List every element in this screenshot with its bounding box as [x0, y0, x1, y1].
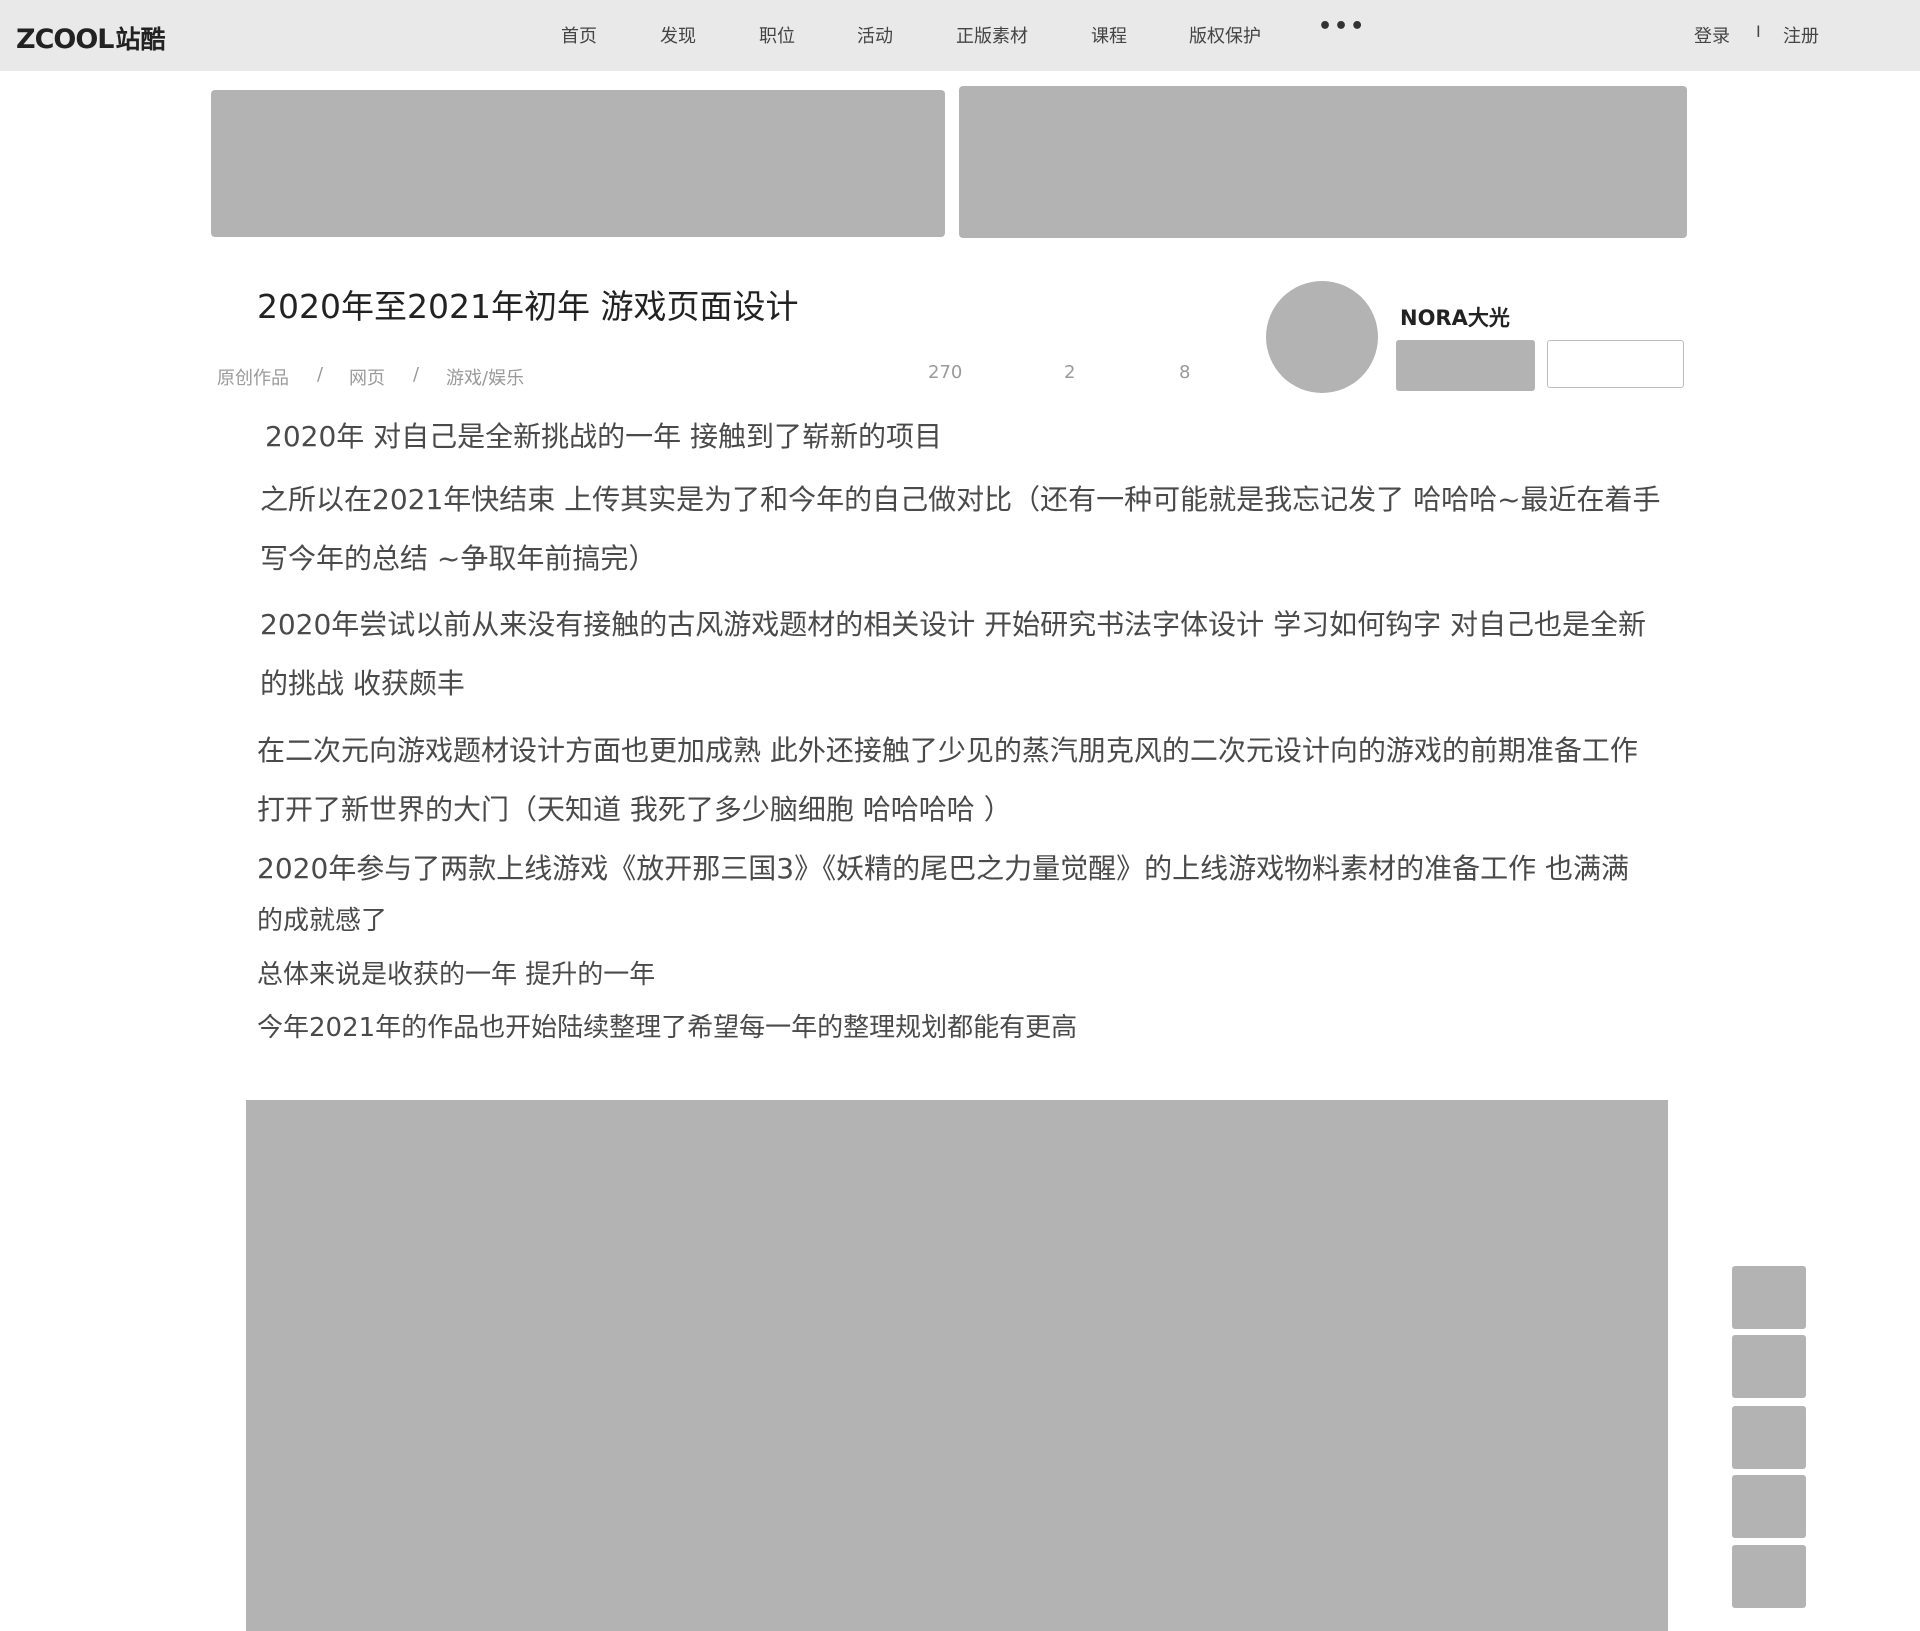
side-action-button[interactable]: [1732, 1545, 1806, 1608]
content-line: 在二次元向游戏题材设计方面也更加成熟 此外还接触了少见的蒸汽朋克风的二次元设计向…: [257, 734, 1638, 767]
author-name[interactable]: NORA大光: [1400, 302, 1510, 332]
content-line: 总体来说是收获的一年 提升的一年: [257, 960, 656, 990]
stat-likes: 8: [1179, 362, 1191, 383]
content-line: 今年2021年的作品也开始陆续整理了希望每一年的整理规划都能有更高: [257, 1013, 1078, 1043]
side-action-button[interactable]: [1732, 1406, 1806, 1469]
breadcrumb-webpage[interactable]: 网页: [349, 364, 385, 390]
content-line: 2020年 对自己是全新挑战的一年 接触到了崭新的项目: [265, 420, 943, 453]
side-action-button[interactable]: [1732, 1475, 1806, 1538]
content-line: 打开了新世界的大门（天知道 我死了多少脑细胞 哈哈哈哈 ）: [257, 793, 1012, 826]
logo-latin-text: ZCOOL: [16, 24, 115, 55]
side-action-button[interactable]: [1732, 1335, 1806, 1398]
zcool-logo[interactable]: ZCOOL 站酷: [16, 20, 166, 55]
work-main-image[interactable]: [246, 1100, 1668, 1631]
nav-item-copyright[interactable]: 版权保护: [1189, 22, 1261, 48]
content-line: 写今年的总结 ~争取年前搞完）: [260, 542, 657, 575]
breadcrumb-game-entertainment[interactable]: 游戏/娱乐: [446, 364, 524, 390]
message-button[interactable]: [1547, 340, 1684, 388]
banner-image-left[interactable]: [211, 90, 945, 237]
content-line: 之所以在2021年快结束 上传其实是为了和今年的自己做对比（还有一种可能就是我忘…: [260, 483, 1661, 516]
stat-views: 270: [928, 362, 963, 383]
register-link[interactable]: 注册: [1783, 22, 1819, 48]
breadcrumb-original-works[interactable]: 原创作品: [217, 364, 289, 390]
side-action-button[interactable]: [1732, 1266, 1806, 1329]
breadcrumb-separator: /: [413, 364, 420, 385]
page: ZCOOL 站酷 首页 发现 职位 活动 正版素材 课程 版权保护 ••• 登录…: [0, 0, 1920, 1631]
work-title: 2020年至2021年初年 游戏页面设计: [257, 287, 799, 326]
content-line: 2020年尝试以前从来没有接触的古风游戏题材的相关设计 开始研究书法字体设计 学…: [260, 608, 1646, 641]
nav-item-courses[interactable]: 课程: [1091, 22, 1127, 48]
nav-item-jobs[interactable]: 职位: [759, 22, 795, 48]
nav-item-discover[interactable]: 发现: [660, 22, 696, 48]
banner-image-right[interactable]: [959, 86, 1687, 238]
logo-cjk-text: 站酷: [115, 25, 166, 54]
breadcrumb-separator: /: [317, 364, 324, 385]
nav-item-home[interactable]: 首页: [561, 22, 597, 48]
auth-separator: I: [1756, 22, 1761, 41]
more-menu-icon[interactable]: •••: [1318, 14, 1366, 39]
login-link[interactable]: 登录: [1694, 22, 1730, 48]
stat-comments: 2: [1064, 362, 1076, 383]
content-line: 的成就感了: [257, 906, 388, 936]
follow-button[interactable]: [1396, 340, 1535, 391]
top-nav-bar: ZCOOL 站酷 首页 发现 职位 活动 正版素材 课程 版权保护 ••• 登录…: [0, 0, 1920, 71]
content-line: 的挑战 收获颇丰: [260, 667, 465, 700]
nav-item-events[interactable]: 活动: [857, 22, 893, 48]
content-line: 2020年参与了两款上线游戏《放开那三国3》《妖精的尾巴之力量觉醒》的上线游戏物…: [257, 852, 1629, 885]
author-avatar[interactable]: [1266, 281, 1378, 393]
nav-item-licensed-assets[interactable]: 正版素材: [956, 22, 1028, 48]
